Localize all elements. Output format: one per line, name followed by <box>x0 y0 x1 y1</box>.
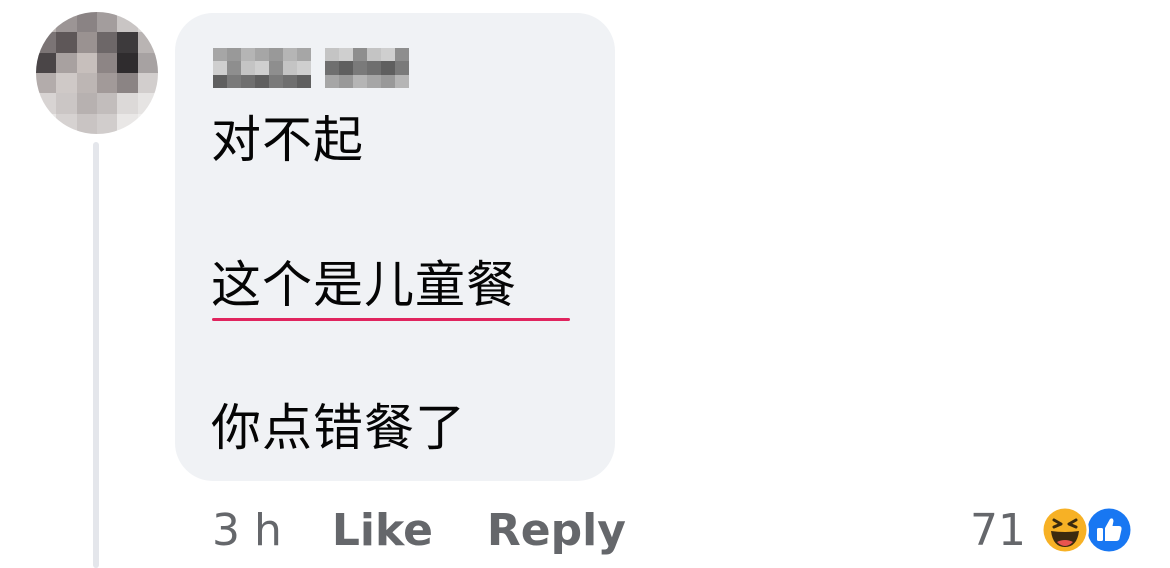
avatar-pixel <box>117 73 138 94</box>
name-blur-block <box>213 48 311 88</box>
name-blur-pixel <box>255 61 269 75</box>
name-blur-pixel <box>283 74 297 88</box>
avatar-pixel <box>56 12 77 33</box>
avatar-pixel <box>36 113 57 134</box>
avatar-pixel <box>76 52 97 73</box>
avatar[interactable] <box>36 12 158 134</box>
name-blur-pixel <box>213 61 227 75</box>
name-blur-pixel <box>325 74 339 88</box>
reaction-count: 71 <box>970 504 1026 556</box>
name-blur-pixel <box>367 61 381 75</box>
avatar-pixel <box>56 52 77 73</box>
name-blur-block <box>325 48 409 88</box>
name-blur-pixel <box>353 61 367 75</box>
timestamp-link[interactable]: 3 h <box>212 505 282 556</box>
avatar-pixel <box>137 73 158 94</box>
name-blur-pixel <box>325 61 339 75</box>
avatar-pixel <box>117 93 138 114</box>
name-blur-pixel <box>227 61 241 75</box>
name-blur-pixel <box>367 74 381 88</box>
avatar-pixel <box>76 113 97 134</box>
name-blur-pixel <box>241 74 255 88</box>
avatar-pixel <box>97 32 118 53</box>
avatar-pixel <box>76 73 97 94</box>
name-blur-pixel <box>283 48 297 62</box>
avatar-pixel <box>137 52 158 73</box>
avatar-pixel <box>137 113 158 134</box>
avatar-pixel <box>117 12 138 33</box>
name-blur-pixel <box>339 74 353 88</box>
avatar-pixel <box>36 12 57 33</box>
avatar-pixel <box>97 93 118 114</box>
avatar-pixel <box>56 93 77 114</box>
name-blur-pixel <box>269 48 283 62</box>
avatar-pixel <box>97 52 118 73</box>
avatar-pixel <box>56 113 77 134</box>
haha-icon <box>1040 505 1090 555</box>
avatar-pixel <box>137 32 158 53</box>
avatar-pixel <box>36 93 57 114</box>
avatar-pixel <box>76 12 97 33</box>
name-blur-pixel <box>381 61 395 75</box>
name-blur-pixel <box>213 48 227 62</box>
name-blur-pixel <box>283 61 297 75</box>
name-blur-pixel <box>339 61 353 75</box>
avatar-pixel <box>117 32 138 53</box>
name-blur-pixel <box>395 61 409 75</box>
avatar-pixel <box>117 113 138 134</box>
avatar-pixel <box>76 32 97 53</box>
reaction-summary[interactable]: 71 <box>970 500 1134 560</box>
comment-actions: 3 h Like Reply <box>212 500 626 560</box>
thread-connector-line <box>93 142 99 568</box>
name-blur-pixel <box>395 48 409 62</box>
avatar-pixel <box>36 52 57 73</box>
avatar-pixel <box>36 32 57 53</box>
name-blur-pixel <box>269 61 283 75</box>
comment-text-line: 你点错餐了 <box>211 399 466 457</box>
comment-thread: 对不起 这个是儿童餐 你点错餐了 3 h Like Reply 71 <box>0 0 1170 568</box>
comment-text-line: 对不起 <box>211 111 364 169</box>
avatar-pixel <box>137 12 158 33</box>
name-blur-pixel <box>297 48 311 62</box>
name-blur-pixel <box>269 74 283 88</box>
name-blur-pixel <box>339 48 353 62</box>
name-blur-pixel <box>213 74 227 88</box>
avatar-pixel <box>97 12 118 33</box>
name-blur-pixel <box>297 74 311 88</box>
avatar-pixel <box>97 73 118 94</box>
avatar-pixel <box>137 93 158 114</box>
name-blur-pixel <box>255 74 269 88</box>
avatar-pixel <box>117 52 138 73</box>
avatar-pixel <box>36 73 57 94</box>
name-blur-pixel <box>325 48 339 62</box>
name-blur-pixel <box>367 48 381 62</box>
name-blur-pixel <box>353 74 367 88</box>
name-blur-pixel <box>227 74 241 88</box>
commenter-name-redacted[interactable] <box>213 48 409 88</box>
avatar-pixel <box>56 32 77 53</box>
avatar-pixel <box>97 113 118 134</box>
spellcheck-underline <box>212 318 570 321</box>
name-blur-pixel <box>353 48 367 62</box>
comment-text-line: 这个是儿童餐 <box>211 256 517 314</box>
avatar-pixel <box>76 93 97 114</box>
avatar-pixel <box>56 73 77 94</box>
like-icon <box>1084 505 1134 555</box>
like-button[interactable]: Like <box>332 505 433 556</box>
name-blur-pixel <box>297 61 311 75</box>
name-blur-pixel <box>241 61 255 75</box>
name-blur-pixel <box>381 74 395 88</box>
reply-button[interactable]: Reply <box>487 505 626 556</box>
name-blur-pixel <box>255 48 269 62</box>
name-blur-pixel <box>227 48 241 62</box>
name-blur-pixel <box>395 74 409 88</box>
name-blur-pixel <box>381 48 395 62</box>
name-blur-pixel <box>241 48 255 62</box>
